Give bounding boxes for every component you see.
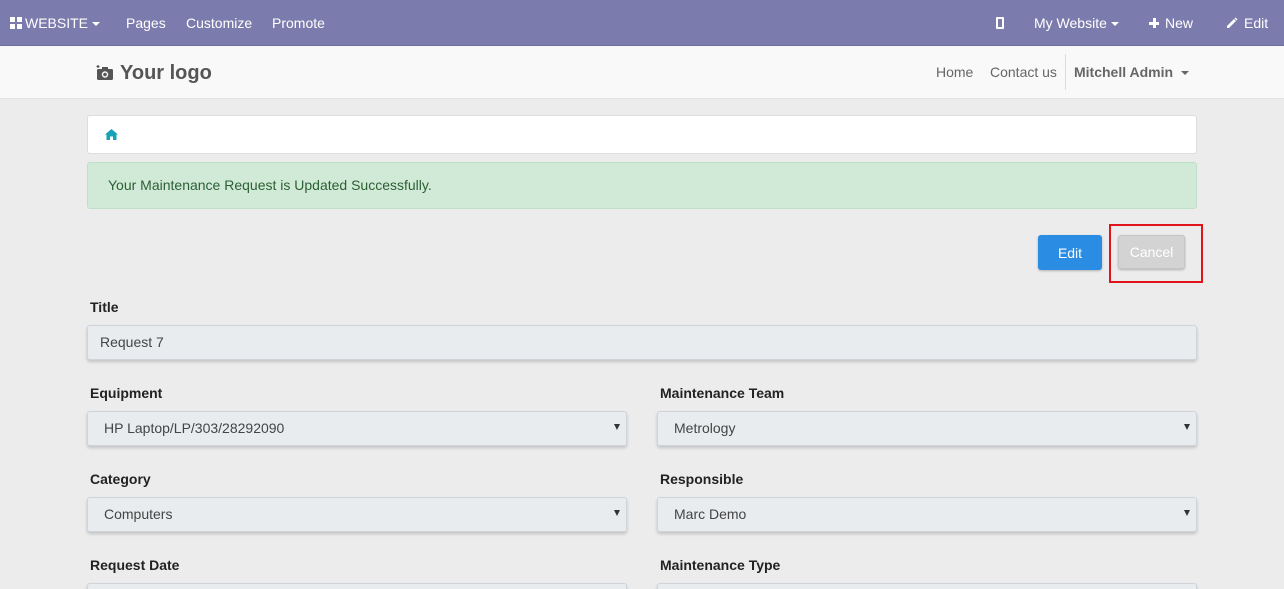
edit-button[interactable]: Edit (1038, 235, 1102, 270)
camera-icon (96, 65, 113, 80)
mobile-icon (996, 17, 1004, 29)
equipment-value: HP Laptop/LP/303/28292090 (104, 420, 285, 436)
request-date-input[interactable] (87, 583, 627, 589)
dropdown-arrow-icon (1184, 510, 1190, 516)
website-admin-bar: WEBSITE Pages Customize Promote My Websi… (0, 0, 1284, 46)
maintenance-type-select[interactable] (657, 583, 1197, 589)
site-header: Your logo Home Contact us Mitchell Admin (0, 46, 1284, 99)
category-select[interactable]: Computers (87, 497, 627, 532)
my-website-dropdown[interactable]: My Website (1034, 0, 1119, 46)
cancel-button[interactable]: Cancel (1118, 235, 1185, 269)
logo-text: Your logo (120, 61, 212, 84)
my-website-label: My Website (1034, 15, 1107, 31)
maintenance-team-value: Metrology (674, 420, 736, 436)
breadcrumb (87, 115, 1197, 154)
category-label: Category (90, 471, 151, 487)
responsible-label: Responsible (660, 471, 744, 487)
title-input[interactable]: Request 7 (87, 325, 1197, 360)
nav-home-link[interactable]: Home (936, 46, 973, 99)
equipment-label: Equipment (90, 385, 163, 401)
new-content-button[interactable]: New (1149, 0, 1193, 46)
maintenance-team-select[interactable]: Metrology (657, 411, 1197, 446)
dropdown-arrow-icon (1184, 424, 1190, 430)
edit-page-button[interactable]: Edit (1226, 0, 1268, 46)
dropdown-arrow-icon (614, 510, 620, 516)
chevron-down-icon (1181, 71, 1190, 76)
site-logo[interactable]: Your logo (96, 59, 212, 87)
responsible-select[interactable]: Marc Demo (657, 497, 1197, 532)
home-icon[interactable] (105, 129, 118, 140)
category-value: Computers (104, 506, 173, 522)
nav-divider (1065, 54, 1066, 90)
apps-grid-icon (10, 17, 22, 29)
website-menu-button[interactable]: WEBSITE (10, 0, 101, 46)
dropdown-arrow-icon (614, 424, 620, 430)
responsible-value: Marc Demo (674, 506, 747, 522)
user-menu-dropdown[interactable]: Mitchell Admin (1074, 46, 1190, 99)
chevron-down-icon (92, 22, 101, 27)
maintenance-team-label: Maintenance Team (660, 385, 785, 401)
edit-page-label: Edit (1244, 15, 1269, 31)
pages-menu-button[interactable]: Pages (126, 0, 166, 46)
request-date-label: Request Date (90, 557, 180, 573)
chevron-down-icon (1110, 22, 1119, 27)
pencil-icon (1227, 17, 1238, 28)
website-menu-label: WEBSITE (25, 15, 89, 31)
plus-icon (1149, 18, 1159, 28)
equipment-select[interactable]: HP Laptop/LP/303/28292090 (87, 411, 627, 446)
success-alert: Your Maintenance Request is Updated Succ… (87, 162, 1197, 209)
title-label: Title (90, 299, 119, 315)
maintenance-type-label: Maintenance Type (660, 557, 781, 573)
customize-menu-button[interactable]: Customize (186, 0, 252, 46)
mobile-preview-button[interactable] (996, 0, 1004, 46)
promote-menu-button[interactable]: Promote (272, 0, 325, 46)
new-label: New (1165, 15, 1194, 31)
nav-contact-link[interactable]: Contact us (990, 46, 1057, 99)
user-name: Mitchell Admin (1074, 64, 1174, 80)
